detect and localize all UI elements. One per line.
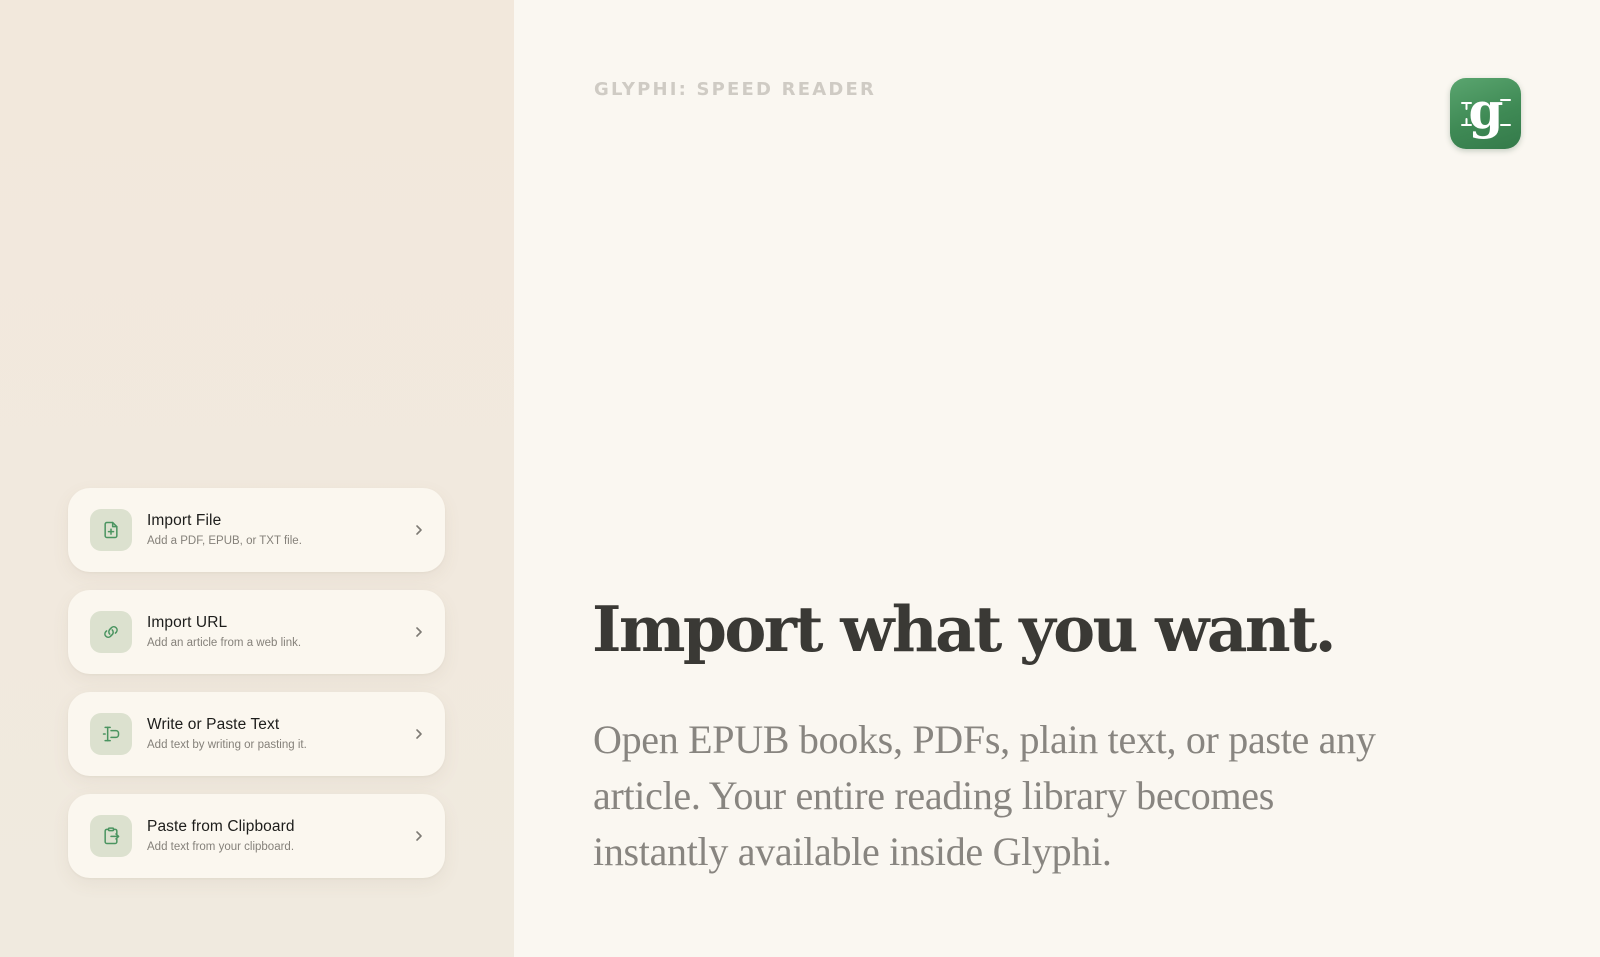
import-file-title: Import File xyxy=(147,512,222,529)
chevron-right-icon xyxy=(416,627,422,637)
hero-description: Open EPUB books, PDFs, plain text, or pa… xyxy=(593,717,1376,874)
screen: Import File Add a PDF, EPUB, or TXT file… xyxy=(0,0,1600,957)
paste-from-clipboard-title: Paste from Clipboard xyxy=(147,818,295,835)
clipboard-icon xyxy=(90,815,132,857)
paste-from-clipboard-button[interactable]: Paste from Clipboard Add text from your … xyxy=(68,794,445,878)
write-or-paste-text-title: Write or Paste Text xyxy=(147,716,280,733)
import-file-button[interactable]: Import File Add a PDF, EPUB, or TXT file… xyxy=(68,488,445,572)
import-url-title: Import URL xyxy=(147,614,228,631)
chevron-right-icon xyxy=(416,831,422,841)
import-url-button[interactable]: Import URL Add an article from a web lin… xyxy=(68,590,445,674)
app-icon-glyph: g xyxy=(1469,81,1504,140)
app-icon: g xyxy=(1450,78,1521,149)
chevron-right-icon xyxy=(416,525,422,535)
import-file-subtitle: Add a PDF, EPUB, or TXT file. xyxy=(147,535,302,547)
write-or-paste-text-subtitle: Add text by writing or pasting it. xyxy=(147,739,307,751)
import-options-panel: Import File Add a PDF, EPUB, or TXT file… xyxy=(0,0,514,957)
paste-from-clipboard-subtitle: Add text from your clipboard. xyxy=(147,841,295,853)
chevron-right-icon xyxy=(416,729,422,739)
text-cursor-icon xyxy=(90,713,132,755)
link-icon xyxy=(90,611,132,653)
glyphi-logo-icon: g xyxy=(1461,81,1511,140)
brand-label: GLYPHI: SPEED READER xyxy=(594,79,877,100)
file-plus-icon xyxy=(90,509,132,551)
write-or-paste-text-button[interactable]: Write or Paste Text Add text by writing … xyxy=(68,692,445,776)
import-url-subtitle: Add an article from a web link. xyxy=(147,637,302,649)
hero-headline: Import what you want. xyxy=(592,592,1337,666)
